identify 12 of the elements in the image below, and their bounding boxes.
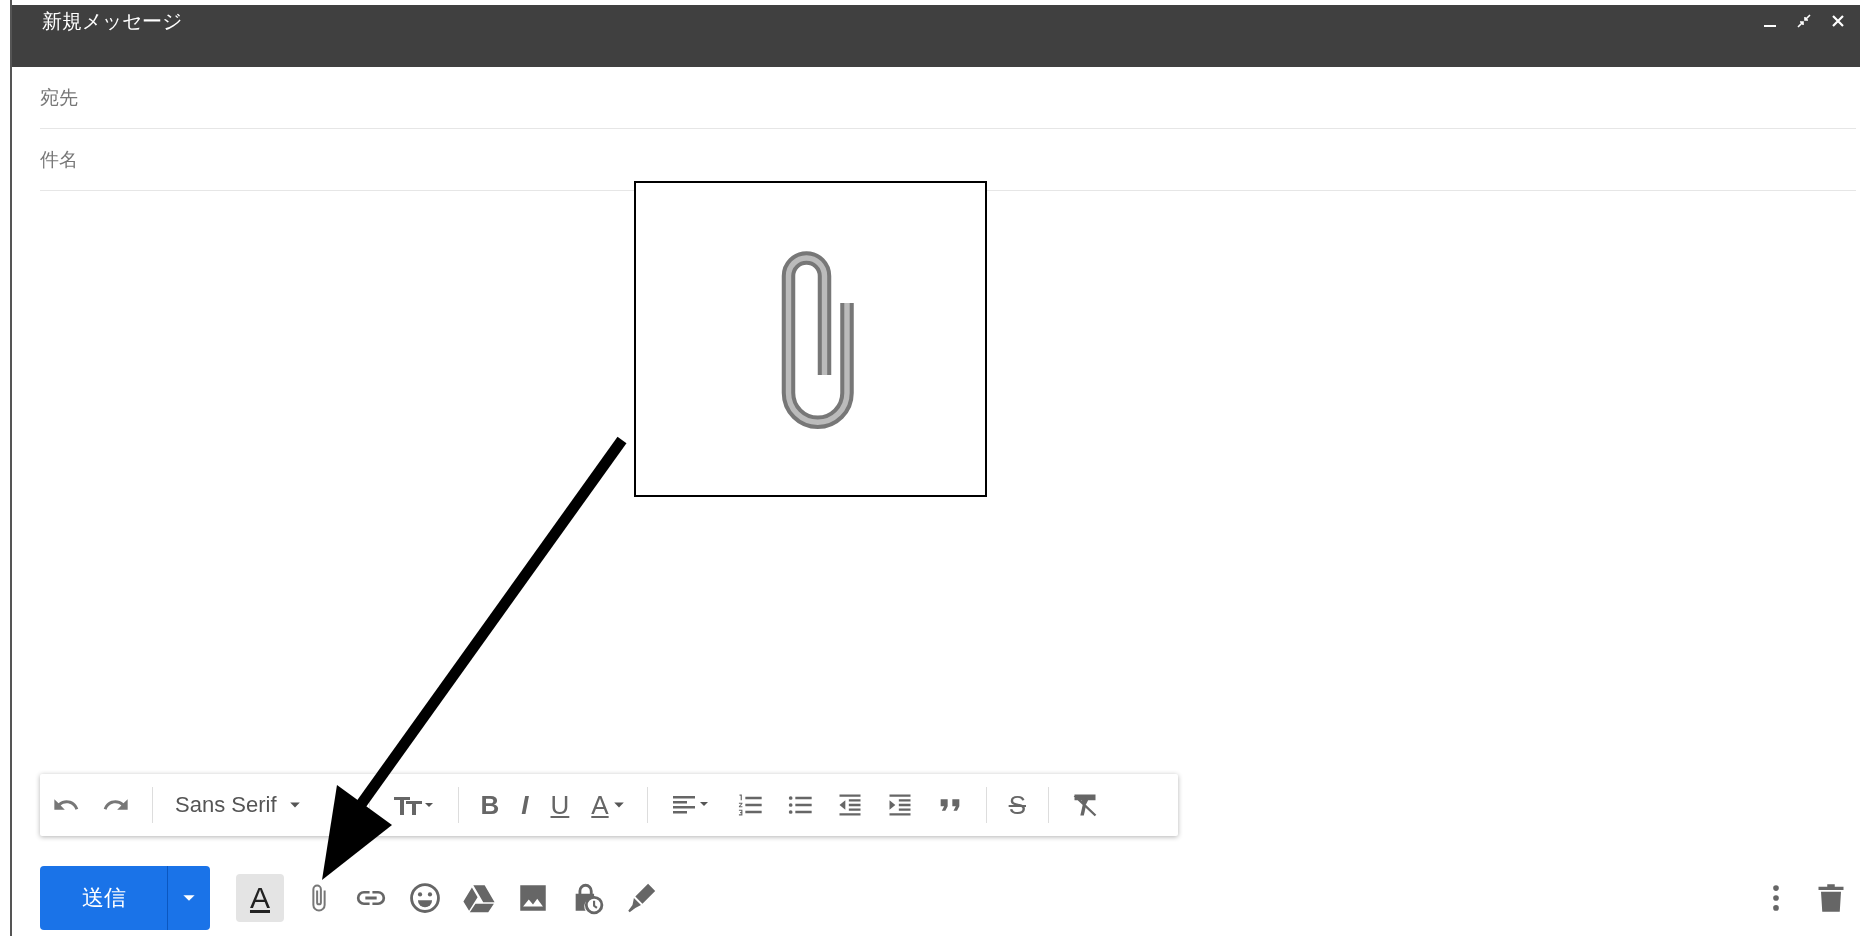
strikethrough-button[interactable]: S [1008, 789, 1026, 821]
formatting-options-button[interactable]: A [236, 874, 284, 922]
field-label: 件名 [40, 146, 78, 172]
field-label: 宛先 [40, 84, 78, 110]
input-field[interactable]: 宛先 [40, 67, 1856, 129]
font-dropdown[interactable]: Sans Serif [175, 792, 301, 818]
underline-button[interactable]: U [550, 789, 570, 821]
text-color-button[interactable]: A [591, 789, 625, 821]
window-title: 新規メッセージ [42, 7, 183, 35]
italic-button[interactable]: I [521, 789, 529, 821]
send-button[interactable]: 送信 [40, 866, 210, 930]
bold-button[interactable]: B [480, 789, 500, 821]
